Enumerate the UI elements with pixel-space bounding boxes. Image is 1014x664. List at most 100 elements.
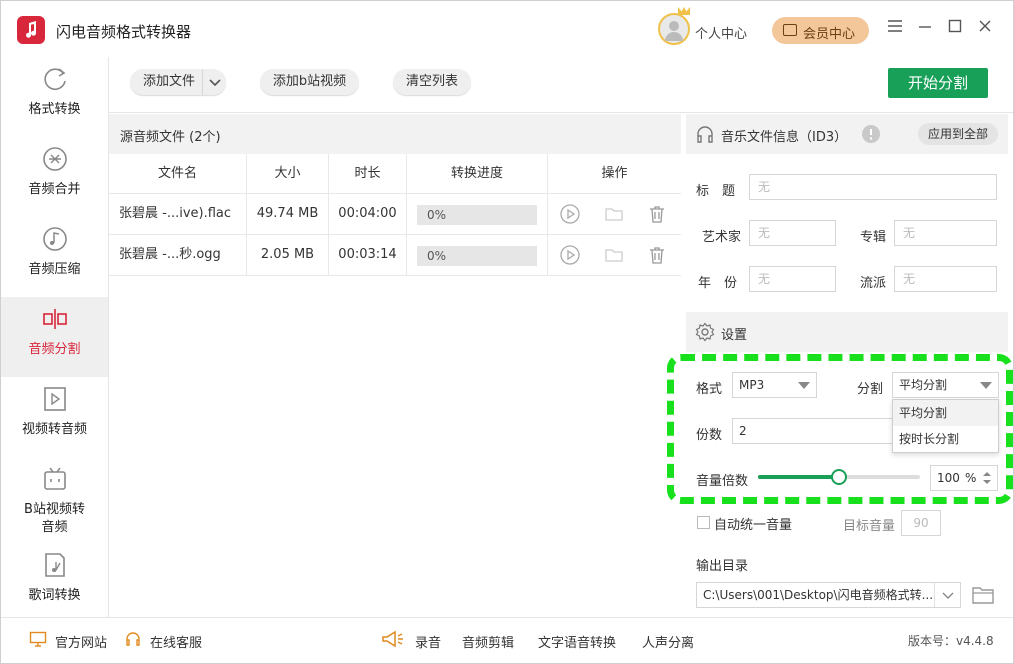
online-support-link[interactable]: 在线客服 — [150, 632, 202, 651]
trash-icon[interactable] — [647, 204, 667, 224]
table-row[interactable]: 张碧晨 -...秒.ogg 2.05 MB 00:03:14 0% — [109, 235, 681, 276]
folder-icon[interactable] — [604, 204, 624, 224]
parts-input[interactable]: 2 — [732, 418, 894, 444]
table-row[interactable]: 张碧晨 -...ive).flac 49.74 MB 00:04:00 0% — [109, 194, 681, 235]
parts-label: 份数 — [696, 428, 723, 443]
year-field[interactable]: 无 — [749, 266, 836, 292]
column-header-size: 大小 — [247, 154, 329, 194]
refresh-icon — [44, 68, 66, 90]
sidebar-item-format-convert[interactable]: 格式转换 — [1, 57, 108, 137]
music-info-title: 音乐文件信息（ID3） — [721, 130, 848, 145]
progress-bar: 0% — [417, 205, 537, 225]
trash-icon[interactable] — [647, 245, 667, 265]
title-label: 标 题 — [696, 184, 736, 199]
stepper-icon[interactable] — [981, 469, 993, 487]
sidebar: 格式转换 音频合并 音频压缩 音频分割 视频转音频 B站视频转 音频 歌词转换 — [1, 57, 109, 617]
split-option-even[interactable]: 平均分割 — [893, 400, 998, 426]
format-label: 格式 — [696, 382, 723, 397]
start-split-button[interactable]: 开始分割 — [888, 68, 988, 98]
artist-label: 艺术家 — [702, 230, 742, 245]
output-dir-label: 输出目录 — [696, 559, 749, 574]
target-volume-label: 目标音量 — [843, 519, 896, 534]
personal-center-link[interactable]: 个人中心 — [695, 23, 747, 42]
album-label: 专辑 — [860, 230, 887, 245]
auto-volume-label: 自动统一音量 — [714, 518, 793, 533]
avatar[interactable] — [658, 7, 690, 45]
monitor-icon — [29, 631, 47, 647]
chevron-down-icon — [980, 382, 992, 389]
chevron-down-icon[interactable] — [202, 69, 226, 95]
audio-edit-link[interactable]: 音频剪辑 — [462, 632, 514, 651]
title-field[interactable]: 无 — [749, 174, 997, 200]
chevron-down-icon — [934, 583, 960, 607]
file-actions — [548, 235, 681, 275]
split-icon — [43, 309, 67, 329]
vocal-separation-link[interactable]: 人声分离 — [642, 632, 694, 651]
crown-icon — [678, 7, 690, 15]
folder-icon[interactable] — [604, 245, 624, 265]
volume-input[interactable]: 100 % — [930, 465, 998, 491]
sidebar-item-audio-merge[interactable]: 音频合并 — [1, 137, 108, 217]
file-list-header: 源音频文件 (2个) — [109, 114, 681, 154]
video-icon — [44, 387, 66, 411]
footer: 官方网站 在线客服 录音 音频剪辑 文字语音转换 人声分离 版本号：v4.4.8 — [1, 617, 1013, 663]
format-select[interactable]: MP3 — [732, 372, 817, 398]
official-website-link[interactable]: 官方网站 — [55, 632, 107, 651]
album-field[interactable]: 无 — [894, 220, 997, 246]
play-icon[interactable] — [560, 204, 580, 224]
output-dir-select[interactable]: C:\Users\001\Desktop\闪电音频格式转... — [696, 582, 961, 608]
settings-title: 设置 — [721, 328, 748, 343]
warning-icon[interactable] — [861, 124, 881, 144]
app-logo-icon — [17, 16, 45, 44]
title-bar: 闪电音频格式转换器 个人中心 会员中心 — [1, 1, 1013, 57]
artist-field[interactable]: 无 — [749, 220, 836, 246]
file-duration: 00:04:00 — [329, 194, 407, 234]
file-size: 2.05 MB — [247, 235, 329, 275]
record-link[interactable]: 录音 — [415, 632, 441, 651]
volume-label: 音量倍数 — [696, 474, 749, 489]
target-volume-input[interactable]: 90 — [901, 510, 941, 536]
file-duration: 00:03:14 — [329, 235, 407, 275]
lyrics-icon — [45, 553, 65, 577]
toolbar: 添加文件 添加b站视频 清空列表 开始分割 — [109, 57, 1013, 113]
text-to-speech-link[interactable]: 文字语音转换 — [538, 632, 616, 651]
add-bilibili-video-button[interactable]: 添加b站视频 — [260, 69, 359, 95]
add-file-button[interactable]: 添加文件 — [130, 69, 226, 95]
progress-bar: 0% — [417, 246, 537, 266]
play-icon[interactable] — [560, 245, 580, 265]
sidebar-item-video-to-audio[interactable]: 视频转音频 — [1, 377, 108, 457]
file-progress: 0% — [407, 235, 548, 275]
sidebar-item-audio-split[interactable]: 音频分割 — [1, 297, 108, 377]
column-header-name: 文件名 — [109, 154, 247, 194]
sidebar-item-bilibili-to-audio[interactable]: B站视频转 音频 — [1, 457, 108, 543]
sidebar-item-lyrics-convert[interactable]: 歌词转换 — [1, 543, 108, 623]
file-name: 张碧晨 -...秒.ogg — [109, 235, 247, 275]
genre-field[interactable]: 无 — [894, 266, 997, 292]
split-select[interactable]: 平均分割 — [892, 372, 999, 398]
menu-icon[interactable] — [886, 19, 904, 37]
split-option-by-duration[interactable]: 按时长分割 — [893, 426, 998, 452]
close-icon[interactable] — [976, 19, 994, 37]
vip-center-button[interactable]: 会员中心 — [772, 17, 869, 44]
split-dropdown-menu: 平均分割 按时长分割 — [892, 399, 999, 453]
year-label: 年 份 — [698, 276, 738, 291]
clear-list-button[interactable]: 清空列表 — [393, 69, 471, 95]
headphones-icon — [697, 126, 713, 143]
right-panel: 音乐文件信息（ID3） 应用到全部 标 题 无 艺术家 无 专辑 无 年 份 无… — [686, 114, 1013, 617]
apply-to-all-button[interactable]: 应用到全部 — [918, 123, 998, 145]
auto-volume-checkbox[interactable] — [697, 516, 710, 529]
folder-icon[interactable] — [971, 584, 995, 606]
minimize-icon[interactable] — [916, 19, 934, 37]
column-header-progress: 转换进度 — [407, 154, 548, 194]
gear-icon — [695, 322, 715, 342]
volume-slider[interactable] — [758, 469, 920, 485]
app-window: 闪电音频格式转换器 个人中心 会员中心 格式转换 音频合并 音频压缩 音频分割 … — [0, 0, 1014, 664]
merge-icon — [43, 147, 67, 171]
split-label: 分割 — [857, 382, 884, 397]
chevron-down-icon — [798, 382, 810, 389]
file-actions — [548, 194, 681, 234]
maximize-icon[interactable] — [946, 19, 964, 37]
sidebar-item-audio-compress[interactable]: 音频压缩 — [1, 217, 108, 297]
file-list: 源音频文件 (2个) 文件名 大小 时长 转换进度 操作 张碧晨 -...ive… — [109, 114, 681, 617]
volume-slider-thumb[interactable] — [831, 469, 847, 485]
